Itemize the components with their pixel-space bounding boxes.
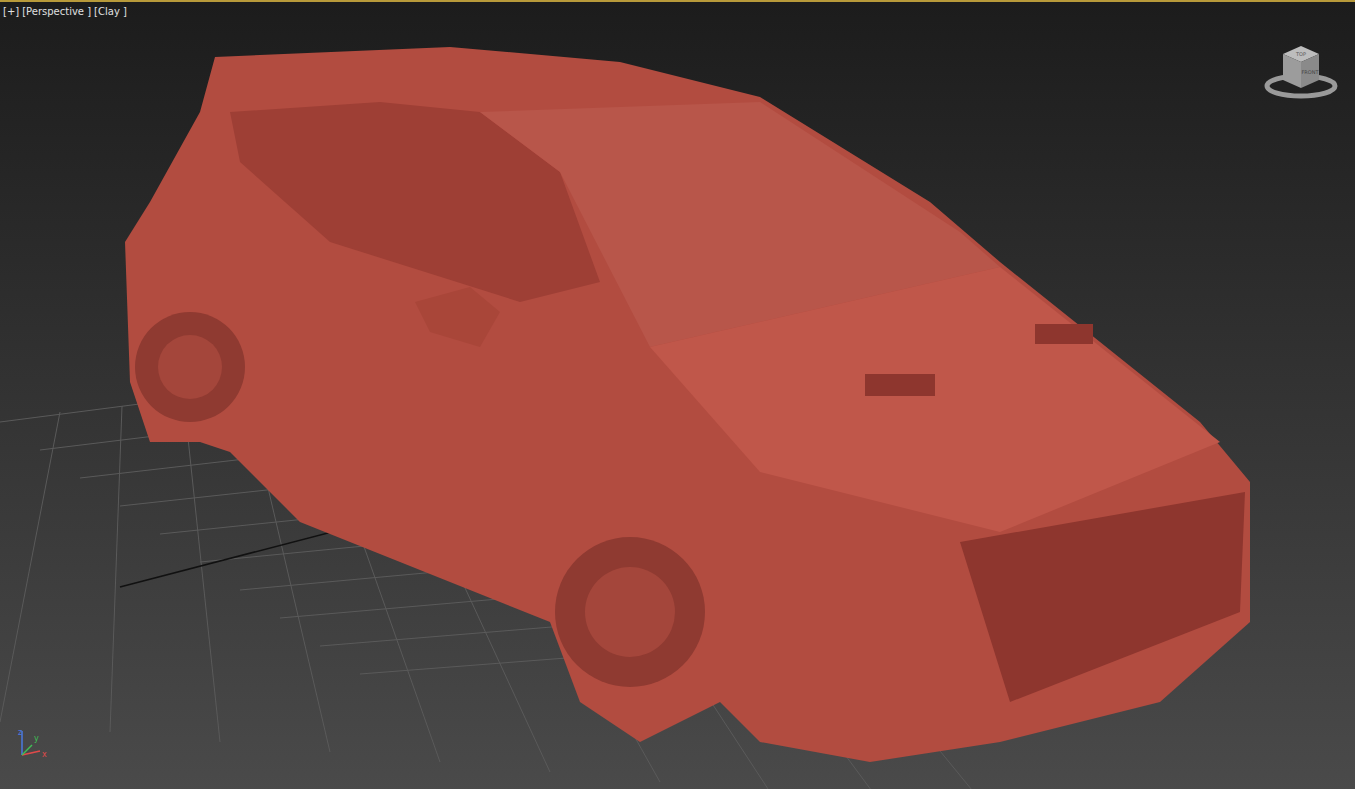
front-wheel (555, 537, 705, 687)
hood (650, 267, 1220, 532)
axis-label: y (34, 734, 39, 743)
viewcube-icon[interactable]: TOP FRONT (1261, 36, 1341, 106)
axis-label: z (18, 728, 22, 737)
viewport-label[interactable]: [+] (3, 6, 19, 17)
front-grille (960, 492, 1245, 702)
rear-wheel (135, 312, 245, 422)
viewcube-face-label[interactable]: FRONT (1301, 69, 1319, 75)
hood-vent (865, 374, 935, 396)
viewport-background (0, 2, 1355, 789)
scene-canvas[interactable] (0, 2, 1355, 789)
axis-label: x (42, 750, 47, 759)
viewport-label[interactable]: [Perspective ] (22, 6, 91, 17)
viewport-label-bar: [+][Perspective ][Clay ] (3, 6, 127, 17)
viewcube-face-label[interactable]: TOP (1295, 51, 1306, 57)
side-mirror (415, 287, 500, 347)
hood-vent (1035, 324, 1093, 344)
axis-tripod-icon: z xy (4, 727, 52, 767)
car-model[interactable] (125, 47, 1250, 762)
viewport-label[interactable]: [Clay ] (94, 6, 127, 17)
perspective-viewport[interactable]: [+][Perspective ][Clay ] TOP FRONT z xy (0, 0, 1355, 789)
